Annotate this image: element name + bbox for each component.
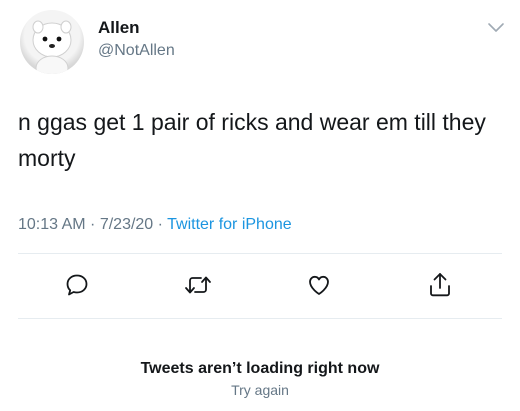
ermine-avatar-image	[32, 20, 72, 74]
heart-icon[interactable]	[304, 270, 334, 300]
loading-error-title: Tweets aren’t loading right now	[140, 360, 380, 377]
try-again-link[interactable]: Try again	[0, 382, 520, 398]
avatar[interactable]	[20, 10, 84, 74]
divider-bottom	[18, 318, 502, 319]
tweet-source[interactable]: Twitter for iPhone	[167, 216, 292, 233]
reply-icon[interactable]	[62, 270, 92, 300]
retweet-icon[interactable]	[183, 270, 213, 300]
tweet-text: n ggas get 1 pair of ricks and wear em t…	[18, 109, 486, 171]
share-icon[interactable]	[425, 270, 455, 300]
display-name[interactable]: Allen	[98, 18, 140, 38]
user-handle[interactable]: @NotAllen	[98, 42, 175, 60]
chevron-down-icon[interactable]	[486, 20, 506, 34]
divider-top	[18, 253, 502, 254]
tweet-timestamp[interactable]: 10:13 AM · 7/23/20 ·	[18, 216, 167, 233]
tweet-meta: 10:13 AM · 7/23/20 · Twitter for iPhone	[18, 216, 292, 234]
